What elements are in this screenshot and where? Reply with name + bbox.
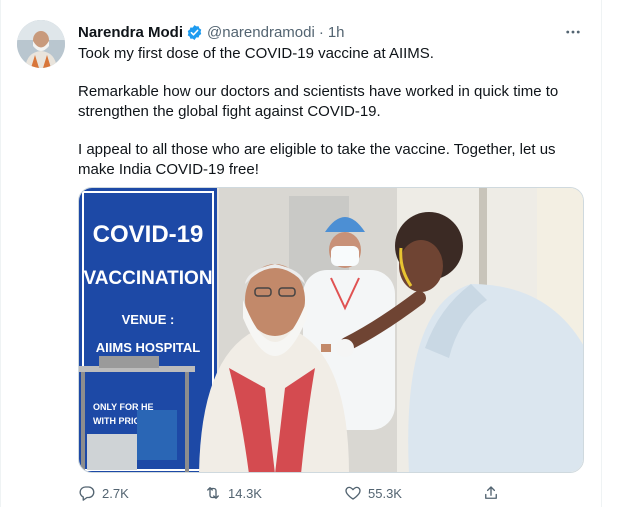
banner-line-3: VENUE :	[122, 312, 175, 327]
author-name[interactable]: Narendra Modi	[78, 24, 183, 41]
scrollbar[interactable]	[602, 0, 618, 507]
tweet-photo[interactable]: COVID-19 VACCINATION VENUE : AIIMS HOSPI…	[78, 187, 584, 473]
like-button[interactable]: 55.3K	[344, 482, 402, 504]
like-count: 55.3K	[368, 485, 402, 501]
share-button[interactable]	[482, 482, 500, 504]
share-icon	[485, 486, 497, 499]
tweet-text-line-3: I appeal to all those who are eligible t…	[78, 141, 556, 178]
separator-dot: ·	[318, 23, 324, 41]
banner-line-1: COVID-19	[93, 221, 204, 248]
reply-button[interactable]: 2.7K	[78, 482, 129, 504]
retweet-button[interactable]: 14.3K	[204, 482, 262, 504]
heart-icon	[345, 486, 361, 500]
reply-icon	[79, 486, 95, 501]
retweet-count: 14.3K	[228, 485, 262, 501]
verified-badge-icon	[186, 24, 203, 41]
reply-count: 2.7K	[102, 485, 129, 501]
retweet-icon	[207, 487, 219, 499]
vaccination-photo: COVID-19 VACCINATION VENUE : AIIMS HOSPI…	[79, 188, 583, 472]
more-icon[interactable]	[559, 20, 587, 44]
tweet-actions: 2.7K 14.3K 55.3K	[78, 482, 508, 504]
tweet-time[interactable]: 1h	[328, 24, 345, 41]
tweet-text-line-2: Remarkable how our doctors and scientist…	[78, 83, 559, 120]
banner-line-2: VACCINATION	[83, 268, 212, 289]
tweet-header: Narendra Modi @narendramodi · 1h	[78, 22, 345, 42]
avatar[interactable]	[17, 20, 65, 68]
author-handle[interactable]: @narendramodi	[207, 24, 315, 41]
tweet-text-line-1: Took my first dose of the COVID-19 vacci…	[78, 45, 434, 62]
tweet[interactable]: Narendra Modi @narendramodi · 1h Took my…	[1, 0, 601, 507]
banner-line-4: AIIMS HOSPITAL	[96, 340, 201, 355]
